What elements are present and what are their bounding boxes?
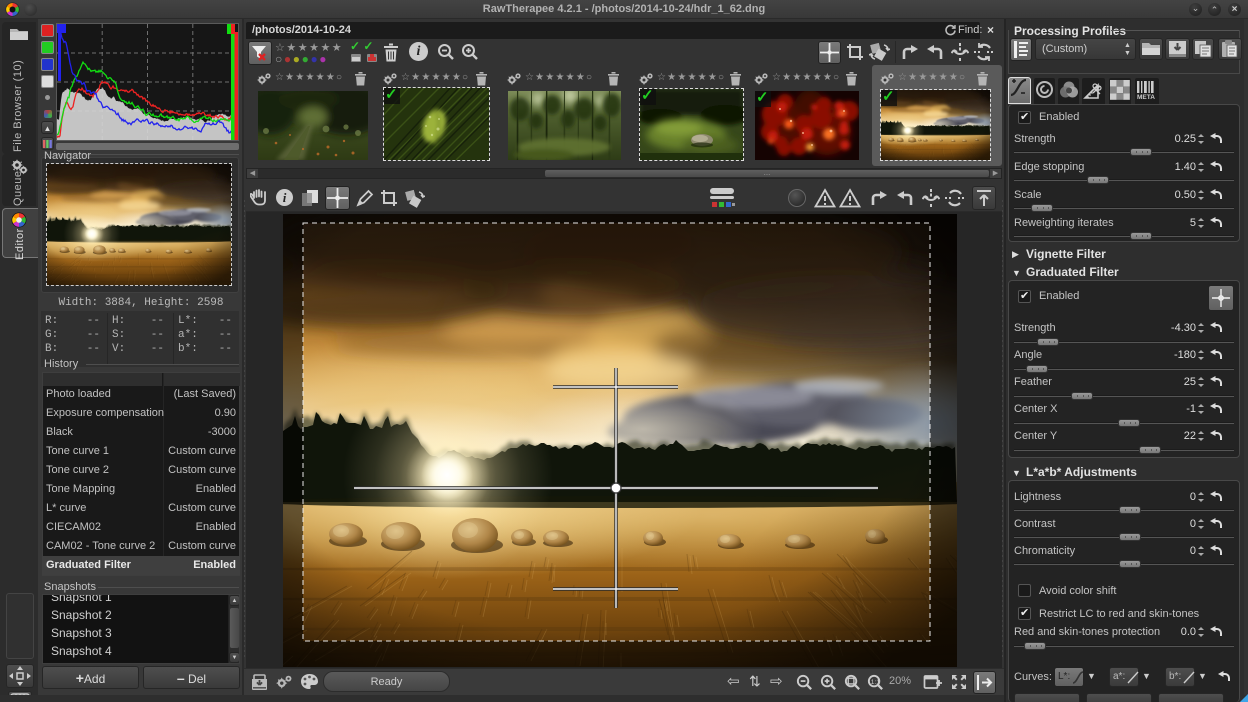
svg-text:META: META (1137, 94, 1155, 100)
svg-text:1:1: 1:1 (871, 679, 881, 686)
